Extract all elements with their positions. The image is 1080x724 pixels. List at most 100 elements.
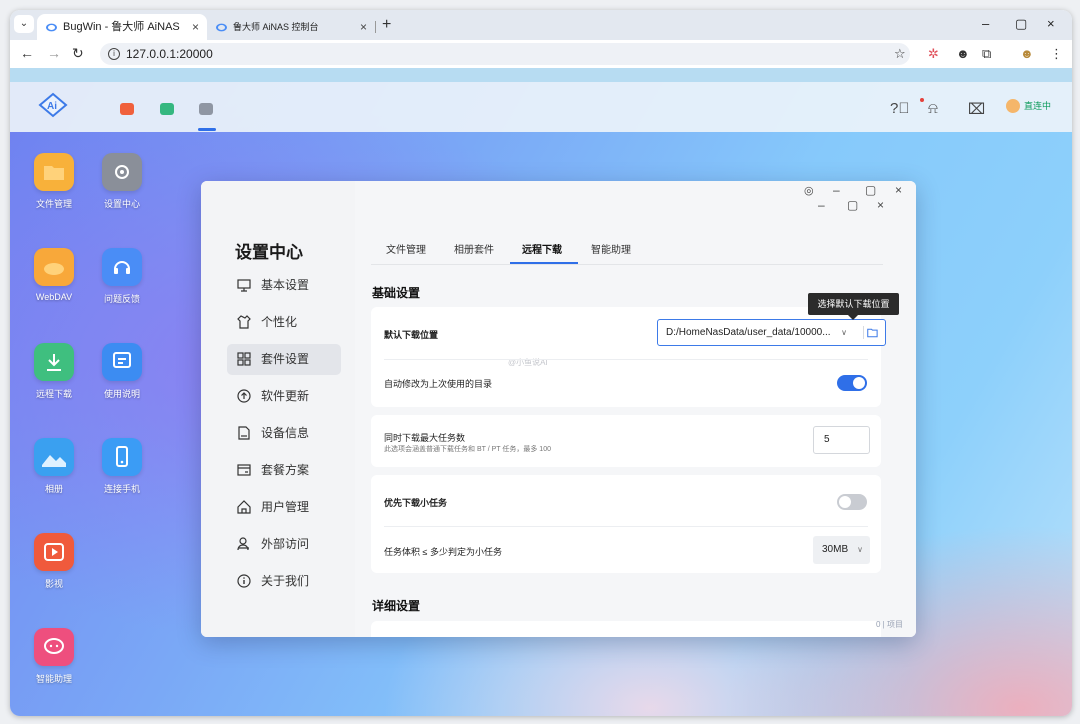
small-task-card: 优先下载小任务 任务体积 ≤ 多少判定为小任务 30MB ∨ [371,475,881,573]
logo-text: Ai [47,101,57,112]
desktop-app-webdav[interactable]: WebDAV [22,248,86,302]
app-label: 使用说明 [103,389,140,399]
desktop-app-manual[interactable]: 使用说明 [90,343,154,400]
menu-item-label: 套餐方案 [261,463,310,477]
taskbar-settings-app-icon[interactable] [199,103,213,115]
desktop-app-video[interactable]: 影视 [22,533,86,590]
default-path-select[interactable]: D:/HomeNasData/user_data/10000... ∨ [657,319,886,346]
chevron-down-icon: ∨ [857,545,863,554]
reload-icon[interactable]: ↻ [72,45,84,61]
default-path-label: 默认下载位置 [384,330,439,340]
desktop-app-photos[interactable]: 相册 [22,438,86,495]
menu-item-personalize[interactable]: 个性化 [227,307,341,338]
browser-tab-console[interactable]: 鲁大师 AiNAS 控制台 × [207,14,375,40]
tab-favicon-icon [46,23,57,32]
small-first-toggle[interactable] [837,494,867,510]
menu-item-about[interactable]: 关于我们 [227,566,341,597]
maximize-button[interactable]: ▢ [1015,16,1027,32]
menu-item-external[interactable]: 外部访问 [227,529,341,560]
section-basic-title: 基础设置 [372,286,421,300]
tab-close-icon[interactable]: × [192,14,199,40]
menu-item-suite[interactable]: 套件设置 [227,344,341,375]
menu-item-label: 个性化 [261,315,298,329]
folder-browse-icon[interactable] [863,326,879,339]
taskbar-sheet-app-icon[interactable] [160,103,174,115]
extensions-puzzle-icon[interactable]: ⧉ [982,46,991,62]
tab-search-button[interactable]: ⌄ [14,15,34,33]
desktop-app-assistant[interactable]: 智能助理 [22,628,86,685]
tab-remote-download[interactable]: 远程下载 [522,241,562,256]
desktop-app-files[interactable]: 文件管理 [22,153,86,210]
top-accent-bar [10,68,1072,82]
menu-item-users[interactable]: 用户管理 [227,492,341,523]
home-icon [237,500,251,514]
tab-album-suite[interactable]: 相册套件 [454,241,494,256]
folder-icon [34,153,74,191]
row-divider [384,359,868,360]
url-text: 127.0.0.1:20000 [126,47,213,61]
pin-icon[interactable]: ◎ [804,184,814,197]
users-icon [237,537,249,551]
outer-minimize-button[interactable]: – [833,183,840,197]
close-window-button[interactable]: × [1047,16,1055,31]
outer-close-button[interactable]: × [895,183,902,197]
monitor-icon [237,279,251,292]
address-bar[interactable]: i 127.0.0.1:20000 [100,43,910,65]
back-icon[interactable]: ← [20,45,34,61]
tab-close-icon[interactable]: × [360,14,367,40]
download-icon [34,343,74,381]
site-info-icon[interactable]: i [108,48,120,60]
profile-avatar-icon[interactable]: ☻ [1020,46,1034,62]
maximize-button[interactable]: ▢ [847,198,858,212]
tab-file-manager[interactable]: 文件管理 [386,241,426,256]
taskbar-video-app-icon[interactable] [120,103,134,115]
menu-item-label: 用户管理 [261,500,310,514]
browser-tab-bugwin[interactable]: BugWin - 鲁大师 AiNAS × [37,14,207,40]
desktop-app-feedback[interactable]: 问题反馈 [90,248,154,305]
tab-smart-assistant[interactable]: 智能助理 [591,241,631,256]
minimize-button[interactable]: – [818,198,825,212]
browser-window: ⌄ BugWin - 鲁大师 AiNAS × 鲁大师 AiNAS 控制台 × +… [10,10,1072,716]
outer-maximize-button[interactable]: ▢ [865,183,876,197]
ainas-logo-icon[interactable]: Ai [38,92,68,118]
bell-icon[interactable]: ⍾ [928,100,938,117]
extension-icon[interactable]: ✲ [928,46,939,62]
gear-icon [102,153,142,191]
menu-item-basic[interactable]: 基本设置 [227,270,341,301]
bookmark-star-icon[interactable]: ☆ [894,46,906,62]
more-menu-icon[interactable]: ⋮ [1050,46,1063,62]
tooltip: 选择默认下载位置 [808,293,899,320]
menu-item-plan[interactable]: 套餐方案 [227,455,341,486]
chat-icon [34,628,74,666]
small-size-label: 任务体积 ≤ 多少判定为小任务 [384,547,502,557]
close-button[interactable]: × [877,198,884,212]
settings-main: ◎ – ▢ × – ▢ × 文件管理 相册套件 远程下载 智能助理 基础设置 默… [355,181,916,637]
phone-icon [102,438,142,476]
forward-icon[interactable]: → [47,45,61,61]
small-size-select[interactable]: 30MB ∨ [813,536,870,564]
auto-dir-toggle[interactable] [837,375,867,391]
play-icon [34,533,74,571]
tabs-divider [371,264,883,265]
extension-avatar-icon[interactable]: ☻ [956,46,970,62]
app-label: 相册 [44,484,63,494]
menu-item-update[interactable]: 软件更新 [227,381,341,412]
new-tab-button[interactable]: + [382,14,391,36]
status-text: 直连中 [1024,101,1052,111]
app-label: 设置中心 [103,199,140,209]
connection-status[interactable]: 直连中 [1006,96,1051,116]
inbox-icon[interactable]: ⌧ [968,100,985,118]
toggle-knob [839,496,851,508]
app-label: 远程下载 [35,389,72,399]
max-tasks-input[interactable]: 5 [813,426,870,454]
menu-item-device[interactable]: 设备信息 [227,418,341,449]
minimize-button[interactable]: – [982,16,989,31]
desktop-app-remote-download[interactable]: 远程下载 [22,343,86,400]
section-detail-title: 详细设置 [372,599,421,613]
info-icon [237,574,251,588]
help-icon[interactable]: ?⃝ [890,100,910,117]
tab-favicon-icon [216,23,227,32]
toggle-knob [853,377,865,389]
desktop-app-settings[interactable]: 设置中心 [90,153,154,210]
desktop-app-phone[interactable]: 连接手机 [90,438,154,495]
